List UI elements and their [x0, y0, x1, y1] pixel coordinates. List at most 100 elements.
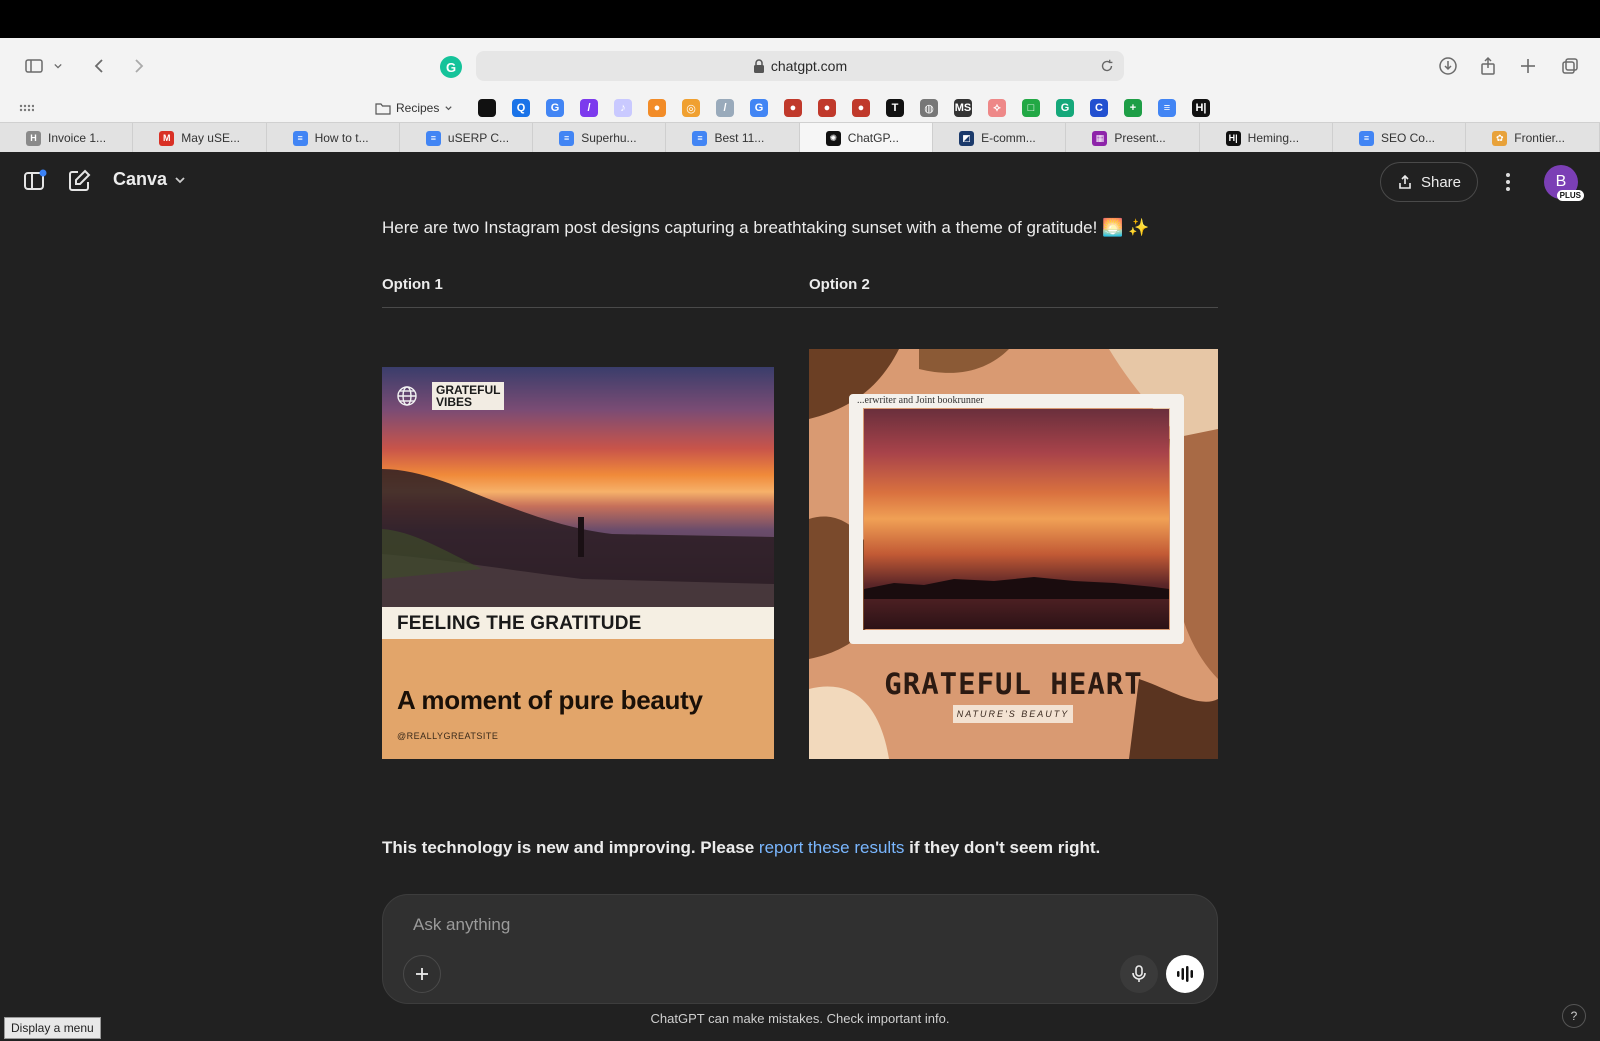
google-icon[interactable]: G: [546, 99, 564, 117]
design-handle: @REALLYGREATSITE: [397, 731, 499, 741]
gmail-icon: M: [159, 130, 175, 146]
tab-11[interactable]: ≡ SEO Co...: [1333, 123, 1467, 153]
help-button[interactable]: ?: [1562, 1004, 1586, 1028]
back-icon[interactable]: [86, 52, 114, 80]
frontier-icon: ✿: [1492, 130, 1508, 146]
tab-strip: H Invoice 1... M May uSE... ≡ How to t... ≡ uSE…: [0, 122, 1600, 153]
tab-label: Best 11...: [714, 131, 765, 145]
docs-icon: ≡: [425, 130, 441, 146]
forward-icon[interactable]: [124, 52, 152, 80]
apps-grid-icon[interactable]: [18, 100, 34, 116]
model-selector[interactable]: Canva: [113, 169, 187, 190]
hemingway-icon[interactable]: H|: [1192, 99, 1210, 117]
browser-chrome: G chatgpt.com Recipes Q G / ♪ ● ◎ / G ● ● ● T ◍ MS: [0, 38, 1600, 153]
chevron-down-icon: [445, 105, 453, 110]
h-icon: H: [26, 130, 41, 146]
orange-icon[interactable]: ●: [648, 99, 666, 117]
globe-icon[interactable]: ◍: [920, 99, 938, 117]
tooltip: Display a menu: [4, 1017, 101, 1039]
tab-12[interactable]: ✿ Frontier...: [1466, 123, 1600, 153]
green-square-icon[interactable]: □: [1022, 99, 1040, 117]
table-divider: [382, 307, 1218, 308]
new-chat-icon[interactable]: [66, 168, 92, 194]
address-bar[interactable]: chatgpt.com: [476, 51, 1124, 81]
option-2-header: Option 2: [809, 276, 870, 293]
pen-icon[interactable]: /: [580, 99, 598, 117]
more-options-icon[interactable]: [1496, 166, 1520, 198]
sidebar-toggle-icon[interactable]: [20, 52, 48, 80]
microphone-icon: [1132, 965, 1146, 982]
share-button[interactable]: Share: [1380, 162, 1478, 202]
report-results-link[interactable]: report these results: [759, 838, 905, 857]
avatar-letter: B: [1555, 173, 1567, 190]
slides-icon: ▦: [1092, 130, 1108, 146]
ask-input[interactable]: Ask anything: [413, 915, 510, 935]
tab-label: May uSE...: [181, 131, 240, 145]
docs-icon[interactable]: ≡: [1158, 99, 1176, 117]
tab-label: uSERP C...: [447, 131, 510, 145]
model-name-label: Canva: [113, 169, 168, 189]
figure-icon[interactable]: ⟡: [988, 99, 1006, 117]
planet-icon[interactable]: ◎: [682, 99, 700, 117]
flag-icon[interactable]: ●: [818, 99, 836, 117]
tab-label: Frontier...: [1514, 131, 1565, 145]
reload-icon[interactable]: [1098, 57, 1116, 75]
google-icon[interactable]: G: [750, 99, 768, 117]
search-icon[interactable]: Q: [512, 99, 530, 117]
url-text: chatgpt.com: [770, 58, 848, 74]
tab-10[interactable]: H| Heming...: [1200, 123, 1333, 153]
attach-button[interactable]: [403, 955, 441, 993]
grammarly-icon[interactable]: G: [440, 56, 462, 78]
voice-mode-button[interactable]: [1166, 955, 1204, 993]
tab-1[interactable]: H Invoice 1...: [0, 123, 134, 153]
assistant-message: Here are two Instagram post designs capt…: [382, 218, 1150, 237]
flag-icon[interactable]: ●: [852, 99, 870, 117]
tab-overview-icon[interactable]: [1556, 52, 1584, 80]
newspaper-scrap-text: ...erwriter and Joint bookrunner: [857, 395, 984, 406]
docs-icon: ≡: [292, 130, 308, 146]
results-disclaimer: This technology is new and improving. Pl…: [382, 838, 1101, 857]
tab-5[interactable]: ≡ Superhu...: [533, 123, 667, 153]
flag-icon[interactable]: ●: [784, 99, 802, 117]
openai-icon: ✺: [825, 130, 841, 146]
plus-square-icon[interactable]: +: [1124, 99, 1142, 117]
tab-label: How to t...: [314, 131, 369, 145]
bookmark-icons: Q G / ♪ ● ◎ / G ● ● ● T ◍ MS ⟡ □ G C + ≡ H|: [478, 99, 1210, 117]
message-composer: Ask anything: [382, 894, 1218, 1004]
tiktok-icon[interactable]: ♪: [614, 99, 632, 117]
tab-3[interactable]: ≡ How to t...: [267, 123, 400, 153]
feather-icon[interactable]: /: [716, 99, 734, 117]
dictate-button[interactable]: [1120, 955, 1158, 993]
chevron-down-icon[interactable]: [50, 52, 66, 80]
download-icon[interactable]: [1434, 52, 1462, 80]
bookmarks-bar: Recipes Q G / ♪ ● ◎ / G ● ● ● T ◍ MS ⟡ □ G C + ≡ H|: [0, 94, 1600, 122]
grammarly-icon[interactable]: G: [1056, 99, 1074, 117]
bookmark-folder-recipes[interactable]: Recipes: [375, 98, 453, 118]
grateful-vibes-badge: GRATEFUL VIBES: [432, 382, 505, 410]
apple-icon[interactable]: [478, 99, 496, 117]
sidebar-open-icon[interactable]: [22, 168, 48, 194]
tab-8[interactable]: ◩ E-comm...: [933, 123, 1067, 153]
new-tab-icon[interactable]: [1514, 52, 1542, 80]
tab-7[interactable]: ✺ ChatGP...: [799, 123, 934, 153]
hemingway-icon: H|: [1225, 130, 1241, 146]
tab-label: SEO Co...: [1380, 131, 1435, 145]
tab-2[interactable]: M May uSE...: [133, 123, 267, 153]
tab-4[interactable]: ≡ uSERP C...: [400, 123, 534, 153]
t-icon[interactable]: T: [886, 99, 904, 117]
tab-6[interactable]: ≡ Best 11...: [666, 123, 800, 153]
gratitude-band-text: FEELING THE GRATITUDE: [382, 607, 774, 639]
plus-icon: [416, 968, 428, 980]
option-1-header: Option 1: [382, 276, 443, 293]
c-icon[interactable]: C: [1090, 99, 1108, 117]
lock-icon: [753, 59, 764, 73]
ms-icon[interactable]: MS: [954, 99, 972, 117]
option-2-design-image[interactable]: ...erwriter and Joint bookrunner GRATEFU…: [809, 349, 1218, 759]
chatgpt-app: Canva Share B PLUS Here are two Instagra…: [0, 152, 1600, 1041]
share-browser-icon[interactable]: [1474, 52, 1502, 80]
tab-9[interactable]: ▦ Present...: [1066, 123, 1200, 153]
browser-toolbar: G chatgpt.com: [0, 38, 1600, 94]
design-title: GRATEFUL HEART: [884, 667, 1143, 701]
option-1-design-image[interactable]: GRATEFUL VIBES FEELING THE GRATITUDE A m…: [382, 367, 774, 759]
avatar[interactable]: B PLUS: [1544, 165, 1584, 201]
